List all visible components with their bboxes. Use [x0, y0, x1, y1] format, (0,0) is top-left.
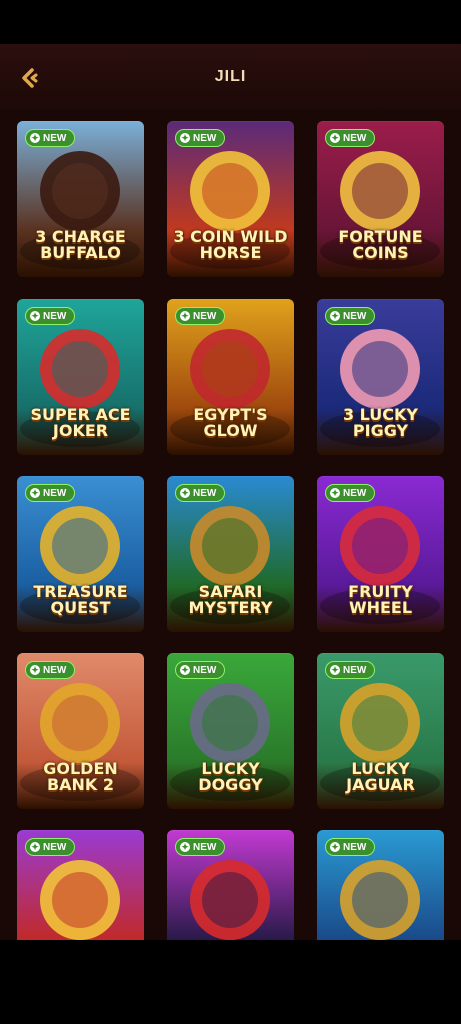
game-list[interactable]: ✦ NEW 3 CHARGE BUFFALO ✦ NEW 3 COIN WILD HOR…	[0, 110, 461, 940]
new-badge: ✦ NEW	[325, 129, 376, 147]
game-title: GOLDEN BANK 2	[43, 759, 118, 794]
star-icon: ✦	[180, 488, 190, 498]
game-card[interactable]: ✦ NEW 3 COIN WILD HORSE	[167, 121, 294, 277]
game-title: 3 CHARGE BUFFALO	[35, 227, 126, 262]
game-card[interactable]: ✦ NEW SUPER ACE JOKER	[17, 299, 144, 455]
new-badge-label: NEW	[193, 487, 217, 499]
game-card[interactable]: ✦ NEW FORTUNE COINS	[317, 121, 444, 277]
new-badge: ✦ NEW	[175, 307, 226, 325]
new-badge: ✦ NEW	[25, 661, 76, 679]
game-card[interactable]: ✦ NEW EGYPT'S GLOW	[167, 299, 294, 455]
star-icon: ✦	[30, 311, 40, 321]
star-icon: ✦	[30, 665, 40, 675]
new-badge: ✦ NEW	[25, 307, 76, 325]
game-card[interactable]: ✦ NEW 3 LUCKY PIGGY	[317, 299, 444, 455]
new-badge-label: NEW	[343, 310, 367, 322]
game-card[interactable]: ✦ NEW	[317, 830, 444, 940]
new-badge: ✦ NEW	[325, 838, 376, 856]
game-card[interactable]: ✦ NEW LUCKY JAGUAR	[317, 653, 444, 809]
new-badge-label: NEW	[193, 841, 217, 853]
game-title: SAFARI MYSTERY	[188, 582, 273, 617]
star-icon: ✦	[330, 842, 340, 852]
game-card[interactable]: ✦ NEW LUCKY DOGGY	[167, 653, 294, 809]
new-badge: ✦ NEW	[175, 661, 226, 679]
new-badge: ✦ NEW	[175, 838, 226, 856]
star-icon: ✦	[180, 133, 190, 143]
star-icon: ✦	[180, 311, 190, 321]
star-icon: ✦	[330, 665, 340, 675]
new-badge-label: NEW	[43, 487, 67, 499]
status-bar	[0, 0, 461, 44]
game-card[interactable]: ✦ NEW TREASURE QUEST	[17, 476, 144, 632]
game-card[interactable]: ✦ NEW SAFARI MYSTERY	[167, 476, 294, 632]
game-title: LUCKY DOGGY	[198, 759, 263, 794]
game-title: 3 COIN WILD HORSE	[173, 227, 288, 262]
new-badge-label: NEW	[193, 310, 217, 322]
new-badge: ✦ NEW	[175, 484, 226, 502]
star-icon: ✦	[30, 842, 40, 852]
game-title: 3 LUCKY PIGGY	[342, 405, 419, 440]
back-button[interactable]	[14, 62, 46, 94]
new-badge: ✦ NEW	[175, 129, 226, 147]
new-badge: ✦ NEW	[25, 838, 76, 856]
new-badge-label: NEW	[193, 664, 217, 676]
game-grid: ✦ NEW 3 CHARGE BUFFALO ✦ NEW 3 COIN WILD HOR…	[0, 110, 461, 940]
game-card[interactable]: ✦ NEW	[17, 830, 144, 940]
new-badge: ✦ NEW	[325, 307, 376, 325]
game-title: TREASURE QUEST	[33, 582, 128, 617]
new-badge-label: NEW	[43, 132, 67, 144]
new-badge-label: NEW	[43, 310, 67, 322]
star-icon: ✦	[330, 133, 340, 143]
new-badge: ✦ NEW	[25, 484, 76, 502]
game-card[interactable]: ✦ NEW 3 CHARGE BUFFALO	[17, 121, 144, 277]
star-icon: ✦	[180, 665, 190, 675]
game-title: FORTUNE COINS	[338, 227, 423, 262]
new-badge-label: NEW	[343, 487, 367, 499]
new-badge: ✦ NEW	[325, 484, 376, 502]
new-badge: ✦ NEW	[25, 129, 76, 147]
game-title: LUCKY JAGUAR	[346, 759, 415, 794]
new-badge-label: NEW	[193, 132, 217, 144]
game-card[interactable]: ✦ NEW GOLDEN BANK 2	[17, 653, 144, 809]
new-badge-label: NEW	[343, 664, 367, 676]
game-title: EGYPT'S GLOW	[193, 405, 268, 440]
star-icon: ✦	[30, 133, 40, 143]
star-icon: ✦	[30, 488, 40, 498]
game-title: SUPER ACE JOKER	[30, 405, 131, 440]
game-card[interactable]: ✦ NEW	[167, 830, 294, 940]
new-badge-label: NEW	[43, 664, 67, 676]
page-title: JILI	[214, 68, 247, 85]
new-badge: ✦ NEW	[325, 661, 376, 679]
new-badge-label: NEW	[343, 132, 367, 144]
star-icon: ✦	[330, 311, 340, 321]
new-badge-label: NEW	[343, 841, 367, 853]
back-arrow-icon	[22, 68, 38, 88]
bottom-bar	[0, 940, 461, 1024]
game-card[interactable]: ✦ NEW FRUITY WHEEL	[317, 476, 444, 632]
star-icon: ✦	[330, 488, 340, 498]
new-badge-label: NEW	[43, 841, 67, 853]
header: JILI	[0, 44, 461, 111]
star-icon: ✦	[180, 842, 190, 852]
game-title: FRUITY WHEEL	[348, 582, 413, 617]
